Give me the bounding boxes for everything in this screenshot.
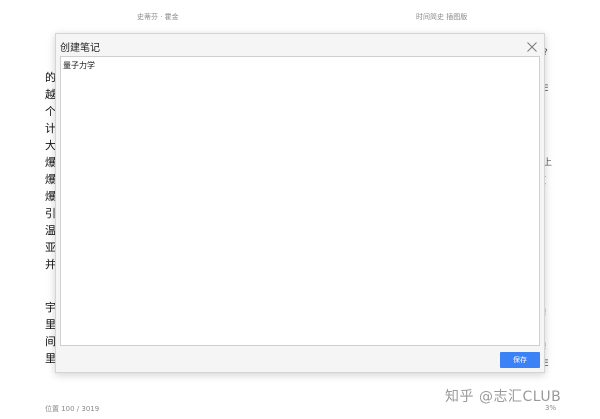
watermark: 知乎 @志汇CLUB	[445, 389, 562, 405]
book-author: 史蒂芬 · 霍金	[137, 13, 179, 21]
reader-header: 史蒂芬 · 霍金 时间简史 插图版	[0, 12, 600, 24]
close-icon	[527, 42, 537, 52]
note-textarea[interactable]: 量子力学	[60, 56, 540, 346]
save-button[interactable]: 保存	[500, 352, 540, 368]
close-button[interactable]	[526, 38, 538, 52]
reading-position: 位置 100 / 3019	[45, 405, 100, 413]
dialog-title: 创建笔记	[60, 43, 100, 54]
create-note-dialog: 创建笔记 量子力学 保存	[55, 33, 545, 373]
book-title: 时间简史 插图版	[416, 13, 468, 21]
